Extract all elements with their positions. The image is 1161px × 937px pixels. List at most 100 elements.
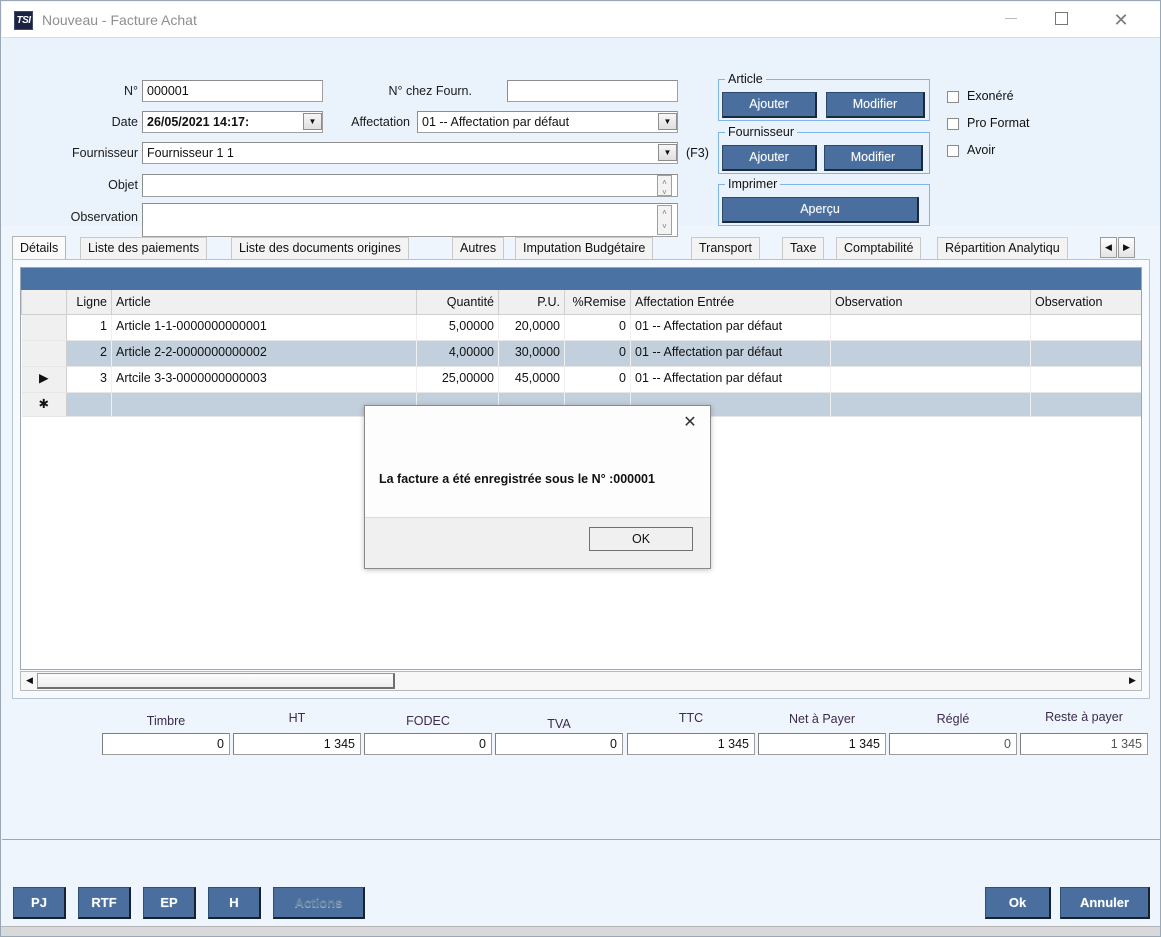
cell-quantite: 4,00000	[416, 340, 499, 367]
tab-taxe[interactable]: Taxe	[782, 237, 825, 259]
minimize-button[interactable]	[989, 6, 1033, 34]
tab-comptabilite[interactable]: Comptabilité	[836, 237, 922, 259]
scroll-left-icon[interactable]: ◀	[22, 673, 37, 689]
objet-field[interactable]	[142, 174, 678, 197]
total-field-timbre[interactable]: 0	[102, 733, 230, 755]
checkbox-exonere-label: Exonéré	[967, 89, 1014, 103]
cell-ligne: 1	[66, 314, 112, 341]
cell-observation-2	[1030, 314, 1141, 341]
objet-spinner[interactable]: ˄ ˅	[657, 175, 672, 197]
total-label-reste-a-payer: Reste à payer	[1045, 710, 1123, 724]
observation-field[interactable]	[142, 203, 678, 237]
affectation-combo[interactable]: 01 -- Affectation par défaut	[417, 111, 678, 133]
new-row-marker-icon[interactable]: ✱	[21, 392, 67, 417]
cell-observation-1	[830, 314, 1031, 341]
num-fourn-label: N° chez Fourn.	[388, 84, 472, 98]
total-label-fodec: FODEC	[406, 714, 450, 728]
cell-observation-2	[1030, 366, 1141, 393]
total-field-tva[interactable]: 0	[495, 733, 623, 755]
total-field-net-a-payer[interactable]: 1 345	[758, 733, 886, 755]
cell-ligne: 3	[66, 366, 112, 393]
grid-col-article[interactable]: Article	[111, 290, 417, 315]
tab-transport[interactable]: Transport	[691, 237, 761, 259]
article-ajouter-button[interactable]: Ajouter	[722, 92, 817, 118]
grid-col-remise[interactable]: %Remise	[564, 290, 631, 315]
actions-button[interactable]: Actions	[273, 887, 365, 919]
cell-pu: 20,0000	[498, 314, 565, 341]
cell-observation-1	[830, 366, 1031, 393]
ok-button[interactable]: Ok	[985, 887, 1051, 919]
tab-imputation-budgetaire[interactable]: Imputation Budgétaire	[515, 237, 654, 259]
tab-liste-paiements[interactable]: Liste des paiements	[80, 237, 208, 259]
table-row[interactable]: ▶ 3 Artcile 3-3-0000000000003 25,00000 4…	[21, 366, 1141, 393]
fournisseur-chevron-down-icon[interactable]: ▼	[658, 144, 677, 161]
cell-ligne: 2	[66, 340, 112, 367]
row-selector[interactable]	[21, 340, 67, 367]
grid-col-observation-2[interactable]: Observation	[1030, 290, 1141, 315]
row-selector-current[interactable]: ▶	[21, 366, 67, 393]
confirmation-dialog: ✕ La facture a été enregistrée sous le N…	[364, 405, 711, 569]
tab-scroll-right-icon[interactable]: ▶	[1118, 237, 1135, 258]
apercu-button[interactable]: Aperçu	[722, 197, 919, 223]
total-label-ht: HT	[288, 711, 306, 725]
scrollbar-thumb[interactable]	[37, 673, 395, 689]
total-field-reste-a-payer: 1 345	[1020, 733, 1148, 755]
row-selector[interactable]	[21, 314, 67, 341]
num-field[interactable]: 000001	[142, 80, 323, 102]
total-label-tva: TVA	[547, 717, 571, 731]
total-field-ht[interactable]: 1 345	[233, 733, 361, 755]
grid-col-ligne[interactable]: Ligne	[66, 290, 112, 315]
observation-label: Observation	[70, 210, 138, 224]
h-button[interactable]: H	[208, 887, 261, 919]
new-row-cell	[830, 392, 1031, 417]
grid-col-observation-1[interactable]: Observation	[830, 290, 1031, 315]
taskbar-strip	[1, 926, 1160, 936]
affectation-label: Affectation	[351, 115, 410, 129]
header-form: N° 000001 N° chez Fourn. Date 26/05/2021…	[2, 38, 1160, 237]
cell-affectation: 01 -- Affectation par défaut	[630, 340, 831, 367]
ep-button[interactable]: EP	[143, 887, 196, 919]
annuler-button[interactable]: Annuler	[1060, 887, 1150, 919]
dialog-close-icon[interactable]: ✕	[677, 412, 703, 434]
affectation-chevron-down-icon[interactable]: ▼	[658, 113, 677, 130]
window-title: Nouveau - Facture Achat	[42, 12, 197, 28]
scroll-right-icon[interactable]: ▶	[1125, 673, 1140, 689]
fournisseur-combo[interactable]: Fournisseur 1 1	[142, 142, 678, 164]
tab-autres[interactable]: Autres	[452, 237, 505, 259]
maximize-button[interactable]	[1039, 6, 1083, 34]
close-icon[interactable]: ✕	[1099, 6, 1143, 34]
article-group-caption: Article	[725, 72, 766, 86]
imprimer-group-caption: Imprimer	[725, 177, 781, 191]
grid-col-affectation-entree[interactable]: Affectation Entrée	[630, 290, 831, 315]
num-chez-fournisseur-field[interactable]	[507, 80, 678, 102]
cell-remise: 0	[564, 314, 631, 341]
date-label: Date	[111, 115, 138, 129]
pj-button[interactable]: PJ	[13, 887, 66, 919]
grid-col-selector	[21, 290, 67, 315]
date-field[interactable]: 26/05/2021 14:17:	[142, 111, 323, 133]
dialog-ok-button[interactable]: OK	[589, 527, 693, 551]
fournisseur-modifier-button[interactable]: Modifier	[824, 145, 923, 171]
grid-horizontal-scrollbar[interactable]: ◀ ▶	[20, 671, 1142, 691]
observation-spinner[interactable]: ˄ ˅	[657, 205, 672, 235]
tab-details[interactable]: Détails	[12, 236, 67, 259]
tab-documents-origines[interactable]: Liste des documents origines	[231, 237, 409, 259]
total-field-ttc[interactable]: 1 345	[627, 733, 755, 755]
tab-repartition-analytique[interactable]: Répartition Analytiqu	[937, 237, 1068, 259]
checkbox-box-icon	[947, 118, 959, 130]
grid-col-quantite[interactable]: Quantité	[416, 290, 499, 315]
total-label-regle: Réglé	[936, 712, 970, 726]
date-dropdown-icon[interactable]: ▼	[303, 113, 322, 130]
new-row-cell	[1030, 392, 1141, 417]
facture-achat-window: TSI Nouveau - Facture Achat ✕ N° 000001 …	[0, 0, 1161, 937]
fournisseur-ajouter-button[interactable]: Ajouter	[722, 145, 817, 171]
grid-col-pu[interactable]: P.U.	[498, 290, 565, 315]
rtf-button[interactable]: RTF	[78, 887, 131, 919]
table-row[interactable]: 1 Article 1-1-0000000000001 5,00000 20,0…	[21, 314, 1141, 341]
total-field-fodec[interactable]: 0	[364, 733, 492, 755]
table-row[interactable]: 2 Article 2-2-0000000000002 4,00000 30,0…	[21, 340, 1141, 367]
footer-separator	[2, 839, 1160, 840]
article-modifier-button[interactable]: Modifier	[826, 92, 925, 118]
tab-scroll-left-icon[interactable]: ◀	[1100, 237, 1117, 258]
total-field-regle: 0	[889, 733, 1017, 755]
